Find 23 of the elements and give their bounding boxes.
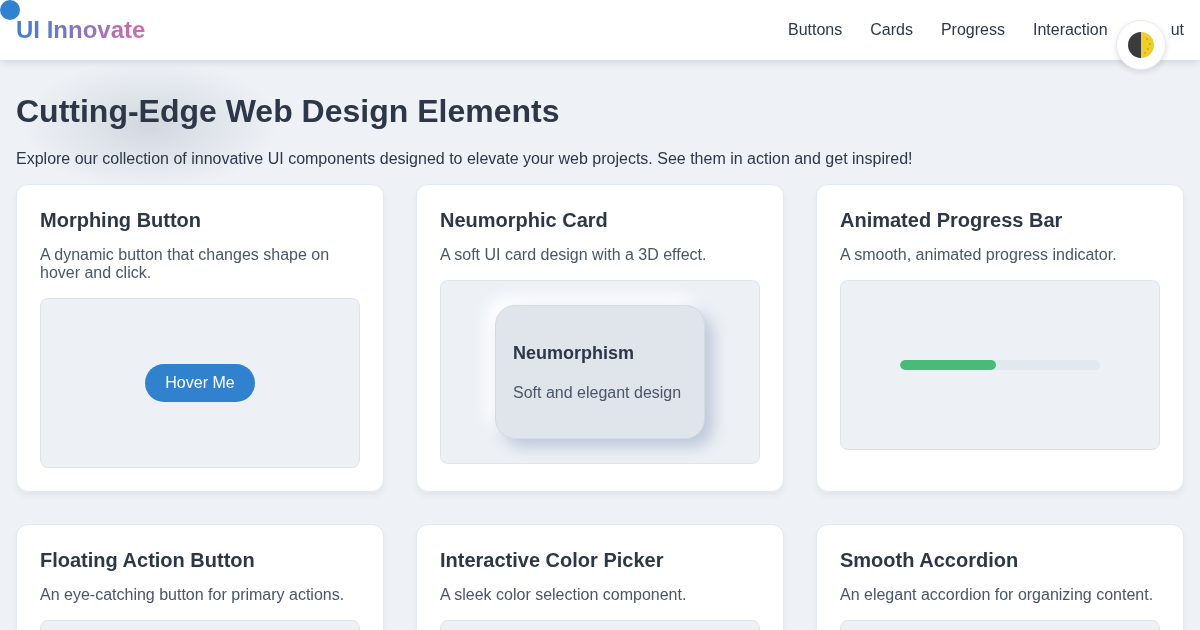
neumorphic-card-title: Neumorphism bbox=[513, 342, 636, 364]
page-title: Cutting-Edge Web Design Elements bbox=[16, 92, 561, 130]
card-title: Interactive Color Picker bbox=[440, 548, 665, 572]
card-description: An elegant accordion for organizing content. bbox=[840, 586, 1155, 604]
card-description: A sleek color selection component. bbox=[440, 586, 688, 604]
card-description: A dynamic button that changes shape on hover and click. bbox=[40, 246, 331, 282]
card-title: Floating Action Button bbox=[40, 548, 256, 572]
nav-link[interactable]: Progress bbox=[940, 20, 1005, 40]
nav-link[interactable]: Interaction bbox=[1032, 20, 1108, 40]
nav-link[interactable]: Buttons bbox=[787, 20, 843, 40]
card-title: Smooth Accordion bbox=[840, 548, 1020, 572]
card-description: A soft UI card design with a 3D effect. bbox=[440, 246, 708, 264]
card-description: An eye-catching button for primary actions. bbox=[40, 586, 346, 604]
card-title: Morphing Button bbox=[40, 208, 203, 232]
nav-link[interactable]: Cards bbox=[870, 20, 913, 40]
neumorphic-card-text: Soft and elegant design bbox=[513, 384, 683, 402]
card-title: Animated Progress Bar bbox=[840, 208, 1064, 232]
card-title: Neumorphic Card bbox=[440, 208, 609, 232]
nav-link[interactable]: ut bbox=[1170, 20, 1184, 40]
contrast-icon bbox=[1128, 32, 1154, 58]
card-description: A smooth, animated progress indicator. bbox=[840, 246, 1118, 264]
morph-button[interactable]: Hover Me bbox=[145, 364, 255, 402]
page-description: Explore our collection of innovative UI components designed to elevate your web projects. See them in action and get inspired! bbox=[16, 150, 914, 168]
